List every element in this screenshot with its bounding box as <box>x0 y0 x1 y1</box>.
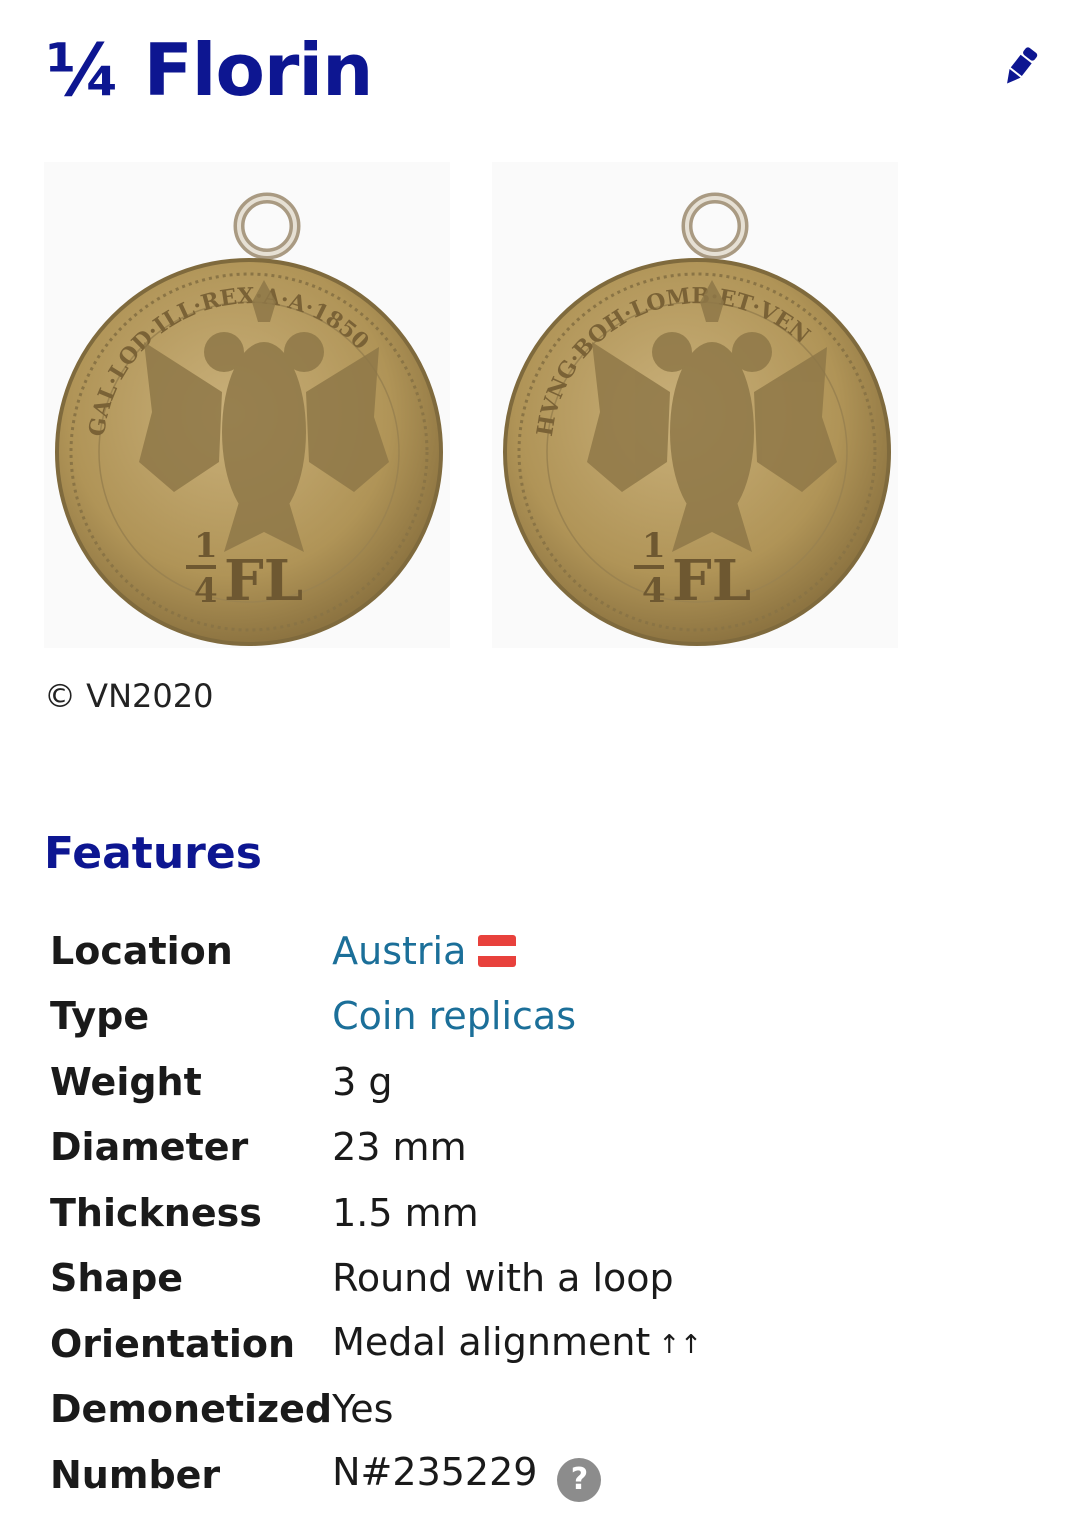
feature-value: Medal alignment <box>332 1320 651 1365</box>
type-link[interactable]: Coin replicas <box>332 994 576 1038</box>
coin-denomination: FL <box>224 548 303 614</box>
feature-label: Type <box>50 994 150 1039</box>
coin-fraction-den: 4 <box>642 571 666 611</box>
feature-label: Shape <box>50 1256 184 1301</box>
feature-label: Location <box>50 928 233 973</box>
features-heading: Features <box>44 828 262 879</box>
feature-value: 3 g <box>332 1059 393 1104</box>
feature-value: 23 mm <box>332 1125 467 1170</box>
image-credit: © VN2020 <box>44 677 214 715</box>
location-link[interactable]: Austria <box>332 929 466 973</box>
features-table: Location Austria Type Coin replicas Weig… <box>50 918 702 1508</box>
feature-row-number: Number N#235229? <box>50 1442 702 1508</box>
feature-value: Round with a loop <box>332 1256 674 1301</box>
coin-reverse-image[interactable]: HVNG·BOH·LOMB·ET·VEN 1 4 FL <box>492 162 898 648</box>
coin-reverse-svg: HVNG·BOH·LOMB·ET·VEN 1 4 FL <box>503 192 891 646</box>
feature-label: Demonetized <box>50 1387 333 1432</box>
edit-button[interactable] <box>996 42 1044 92</box>
feature-row-orientation: Orientation Medal alignment ↑↑ <box>50 1311 702 1377</box>
help-icon[interactable]: ? <box>557 1457 602 1502</box>
feature-label: Number <box>50 1452 221 1497</box>
feature-row-type: Type Coin replicas <box>50 984 702 1050</box>
page-title: ¼ Florin <box>46 28 373 112</box>
coin-denomination: FL <box>672 548 751 614</box>
feature-row-location: Location Austria <box>50 918 702 984</box>
orientation-arrows-icon: ↑↑ <box>658 1330 702 1361</box>
feature-value: 1.5 mm <box>332 1190 479 1235</box>
feature-row-thickness: Thickness 1.5 mm <box>50 1180 702 1246</box>
feature-value: Yes <box>332 1387 394 1432</box>
coin-obverse-svg: GAL·LOD·ILL·REX·A·A·1850 1 4 FL <box>55 192 443 646</box>
pencil-icon <box>1007 47 1038 84</box>
feature-label: Orientation <box>50 1321 296 1366</box>
coin-obverse-image[interactable]: GAL·LOD·ILL·REX·A·A·1850 1 4 FL <box>44 162 450 648</box>
coin-fraction-den: 4 <box>194 571 218 611</box>
feature-row-weight: Weight 3 g <box>50 1049 702 1115</box>
austria-flag-icon <box>478 934 517 967</box>
feature-row-diameter: Diameter 23 mm <box>50 1115 702 1181</box>
feature-label: Thickness <box>50 1190 262 1235</box>
coin-fraction-num: 1 <box>194 526 218 566</box>
feature-row-shape: Shape Round with a loop <box>50 1246 702 1312</box>
coin-fraction-num: 1 <box>642 526 666 566</box>
feature-row-demonetized: Demonetized Yes <box>50 1377 702 1443</box>
feature-label: Diameter <box>50 1125 249 1170</box>
feature-label: Weight <box>50 1059 202 1104</box>
feature-value: N#235229 <box>332 1449 538 1494</box>
